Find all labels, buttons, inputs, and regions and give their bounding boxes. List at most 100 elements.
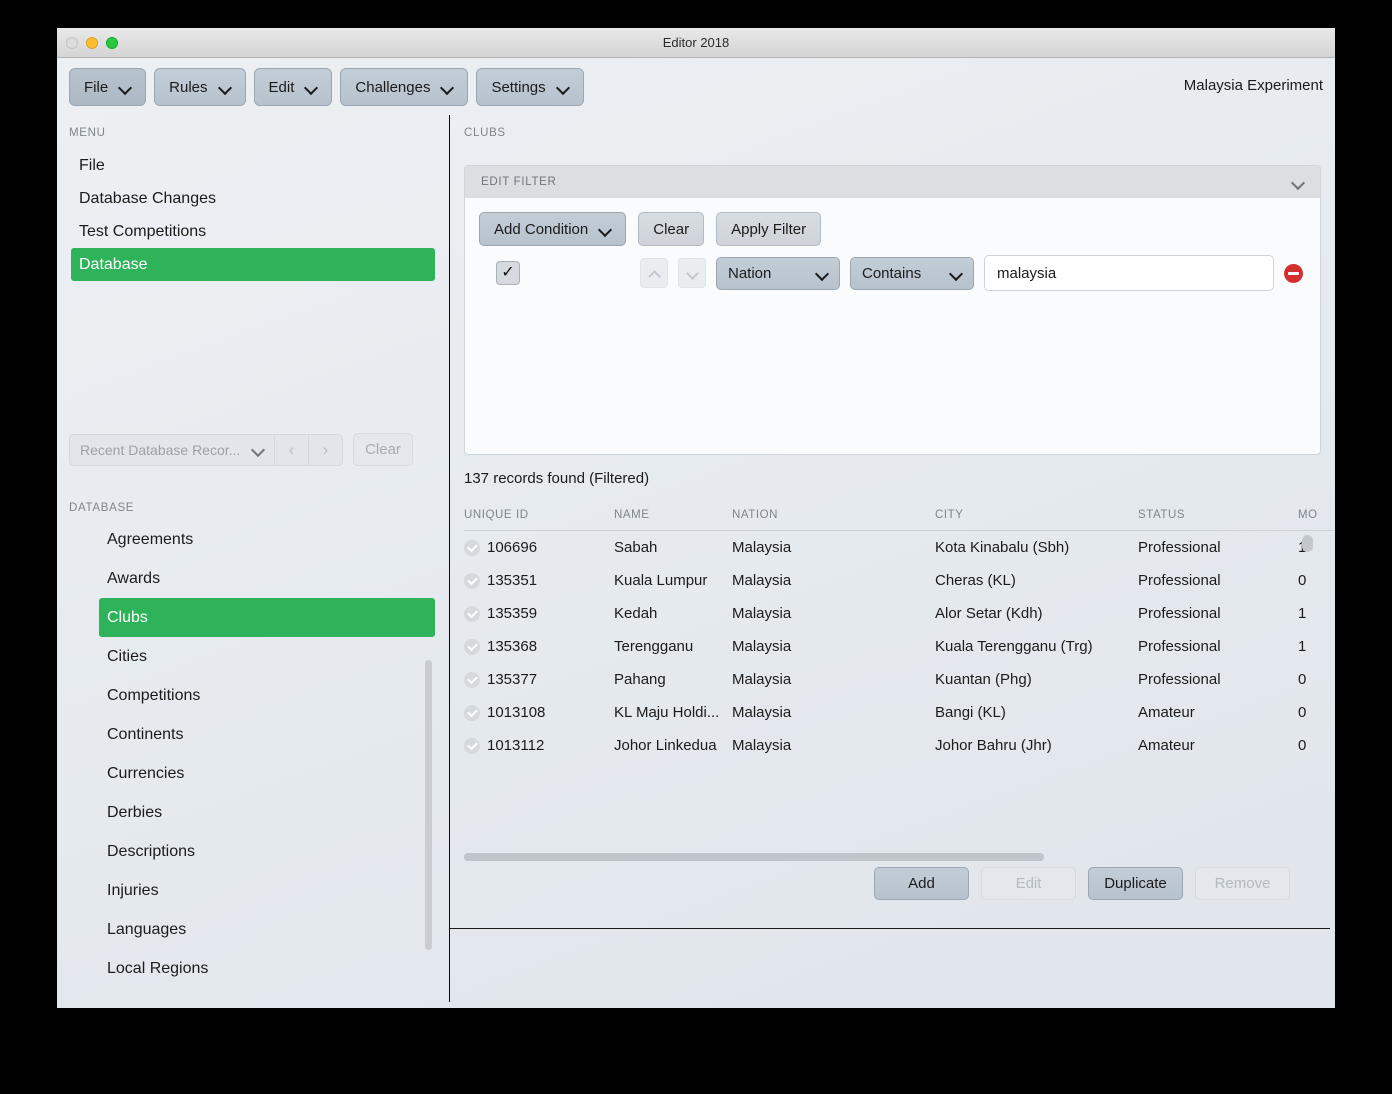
cell-unique-id: 1013112 xyxy=(487,737,545,754)
table-row[interactable]: 135359 Kedah Malaysia Alor Setar (Kdh) P… xyxy=(464,597,1335,630)
sidebar-item-clubs[interactable]: Clubs xyxy=(99,598,435,637)
table-row[interactable]: 135368 Terengganu Malaysia Kuala Terengg… xyxy=(464,630,1335,663)
section-title: CLUBS xyxy=(464,127,506,139)
remove-circle-icon[interactable] xyxy=(1284,263,1303,283)
row-check-icon xyxy=(464,671,480,688)
recent-clear-button[interactable]: Clear xyxy=(353,433,413,466)
recent-records-select[interactable]: Recent Database Recor... xyxy=(69,433,275,466)
clear-filter-label: Clear xyxy=(653,220,690,238)
remove-button[interactable]: Remove xyxy=(1195,867,1290,900)
menu-button-settings[interactable]: Settings xyxy=(476,68,584,106)
condition-value-input[interactable]: malaysia xyxy=(984,255,1274,291)
apply-filter-button[interactable]: Apply Filter xyxy=(716,212,822,246)
cell-mo: 1 xyxy=(1298,605,1307,622)
database-item-label: Derbies xyxy=(107,804,163,821)
add-condition-button[interactable]: Add Condition xyxy=(479,212,627,246)
condition-operator-select[interactable]: Contains xyxy=(850,256,974,290)
cell-status: Professional xyxy=(1138,638,1221,655)
recent-records-bar: Recent Database Recor... ‹ › Clear xyxy=(69,433,413,466)
sidebar-item-database-changes[interactable]: Database Changes xyxy=(71,182,435,215)
records-table-wrap: UNIQUE ID NAME NATION CITY STATUS MO 106… xyxy=(464,503,1335,858)
cell-nation: Malaysia xyxy=(732,572,792,589)
cell-mo: 0 xyxy=(1298,704,1307,721)
table-row[interactable]: 1013112 Johor Linkedua Malaysia Johor Ba… xyxy=(464,729,1335,762)
sidebar-item-file[interactable]: File xyxy=(71,149,435,182)
condition-enabled-checkbox[interactable]: ✓ xyxy=(496,261,520,285)
database-item-label: Awards xyxy=(107,570,161,587)
chevron-down-icon xyxy=(817,268,828,279)
sidebar-item-cities[interactable]: Cities xyxy=(99,637,435,676)
cell-status: Professional xyxy=(1138,671,1221,688)
sidebar-item-injuries[interactable]: Injuries xyxy=(99,871,435,910)
sidebar-item-derbies[interactable]: Derbies xyxy=(99,793,435,832)
table-row[interactable]: 106696 Sabah Malaysia Kota Kinabalu (Sbh… xyxy=(464,531,1335,565)
table-header-row: UNIQUE ID NAME NATION CITY STATUS MO xyxy=(464,503,1335,531)
sidebar-item-test-competitions[interactable]: Test Competitions xyxy=(71,215,435,248)
duplicate-button[interactable]: Duplicate xyxy=(1088,867,1183,900)
sidebar-item-label: File xyxy=(79,157,105,174)
database-list-scrollbar[interactable] xyxy=(425,660,432,950)
column-header-unique-id[interactable]: UNIQUE ID xyxy=(464,503,614,531)
condition-move-down-button[interactable] xyxy=(678,258,706,288)
sidebar-item-local-regions[interactable]: Local Regions xyxy=(99,949,435,988)
chevron-down-icon[interactable] xyxy=(1293,177,1304,188)
column-header-status[interactable]: STATUS xyxy=(1138,503,1298,531)
cell-name: Johor Linkedua xyxy=(614,737,717,754)
menu-button-edit[interactable]: Edit xyxy=(253,68,333,106)
table-vertical-scrollbar[interactable] xyxy=(1302,535,1313,552)
sidebar-item-awards[interactable]: Awards xyxy=(99,559,435,598)
chevron-down-icon xyxy=(688,269,697,278)
recent-records-select-value: Recent Database Recor... xyxy=(80,441,241,458)
sidebar-item-descriptions[interactable]: Descriptions xyxy=(99,832,435,871)
column-header-mo[interactable]: MO xyxy=(1298,503,1335,531)
table-row[interactable]: 135377 Pahang Malaysia Kuantan (Phg) Pro… xyxy=(464,663,1335,696)
menu-button-rules[interactable]: Rules xyxy=(154,68,246,106)
cell-mo: 0 xyxy=(1298,737,1307,754)
cell-unique-id: 135368 xyxy=(487,638,538,655)
table-row[interactable]: 1013108 KL Maju Holdi... Malaysia Bangi … xyxy=(464,696,1335,729)
edit-button[interactable]: Edit xyxy=(981,867,1076,900)
condition-move-up-button[interactable] xyxy=(640,258,668,288)
recent-prev-button[interactable]: ‹ xyxy=(275,433,309,466)
sidebar-item-database[interactable]: Database xyxy=(71,248,435,281)
add-button[interactable]: Add xyxy=(874,867,969,900)
condition-field-value: Nation xyxy=(728,264,772,282)
add-button-label: Add xyxy=(908,875,935,892)
cell-nation: Malaysia xyxy=(732,638,792,655)
condition-value-text: malaysia xyxy=(997,264,1057,282)
sidebar-item-languages[interactable]: Languages xyxy=(99,910,435,949)
sidebar-item-agreements[interactable]: Agreements xyxy=(99,520,435,559)
database-item-label: Currencies xyxy=(107,765,185,782)
database-item-label: Local Regions xyxy=(107,960,209,977)
sidebar-item-continents[interactable]: Continents xyxy=(99,715,435,754)
cell-mo: 0 xyxy=(1298,671,1307,688)
cell-nation: Malaysia xyxy=(732,539,792,556)
menu-button-file[interactable]: File xyxy=(69,68,147,106)
cell-unique-id: 135377 xyxy=(487,671,538,688)
sidebar-item-currencies[interactable]: Currencies xyxy=(99,754,435,793)
column-header-city[interactable]: CITY xyxy=(935,503,1138,531)
chevron-down-icon xyxy=(306,82,317,93)
database-item-label: Injuries xyxy=(107,882,159,899)
cell-city: Kota Kinabalu (Sbh) xyxy=(935,539,1070,556)
column-header-nation[interactable]: NATION xyxy=(732,503,935,531)
recent-next-button[interactable]: › xyxy=(309,433,343,466)
column-header-name[interactable]: NAME xyxy=(614,503,732,531)
row-check-icon xyxy=(464,737,480,754)
edit-filter-header[interactable]: EDIT FILTER xyxy=(465,166,1320,198)
row-check-icon xyxy=(464,605,480,622)
condition-field-select[interactable]: Nation xyxy=(716,256,840,290)
cell-mo: 1 xyxy=(1298,638,1307,655)
table-row[interactable]: 135351 Kuala Lumpur Malaysia Cheras (KL)… xyxy=(464,564,1335,597)
menu-button-settings-label: Settings xyxy=(491,78,546,96)
table-horizontal-scrollbar[interactable] xyxy=(464,853,1044,861)
menu-button-challenges[interactable]: Challenges xyxy=(340,68,469,106)
menu-button-edit-label: Edit xyxy=(268,78,295,96)
sidebar-item-competitions[interactable]: Competitions xyxy=(99,676,435,715)
clear-filter-button[interactable]: Clear xyxy=(638,212,705,246)
cell-nation: Malaysia xyxy=(732,737,792,754)
cell-city: Kuala Terengganu (Trg) xyxy=(935,638,1093,655)
cell-unique-id: 135351 xyxy=(487,572,538,589)
menubar: File Rules Edit Challenges Settings Mala… xyxy=(57,58,1335,115)
edit-button-label: Edit xyxy=(1015,875,1042,892)
